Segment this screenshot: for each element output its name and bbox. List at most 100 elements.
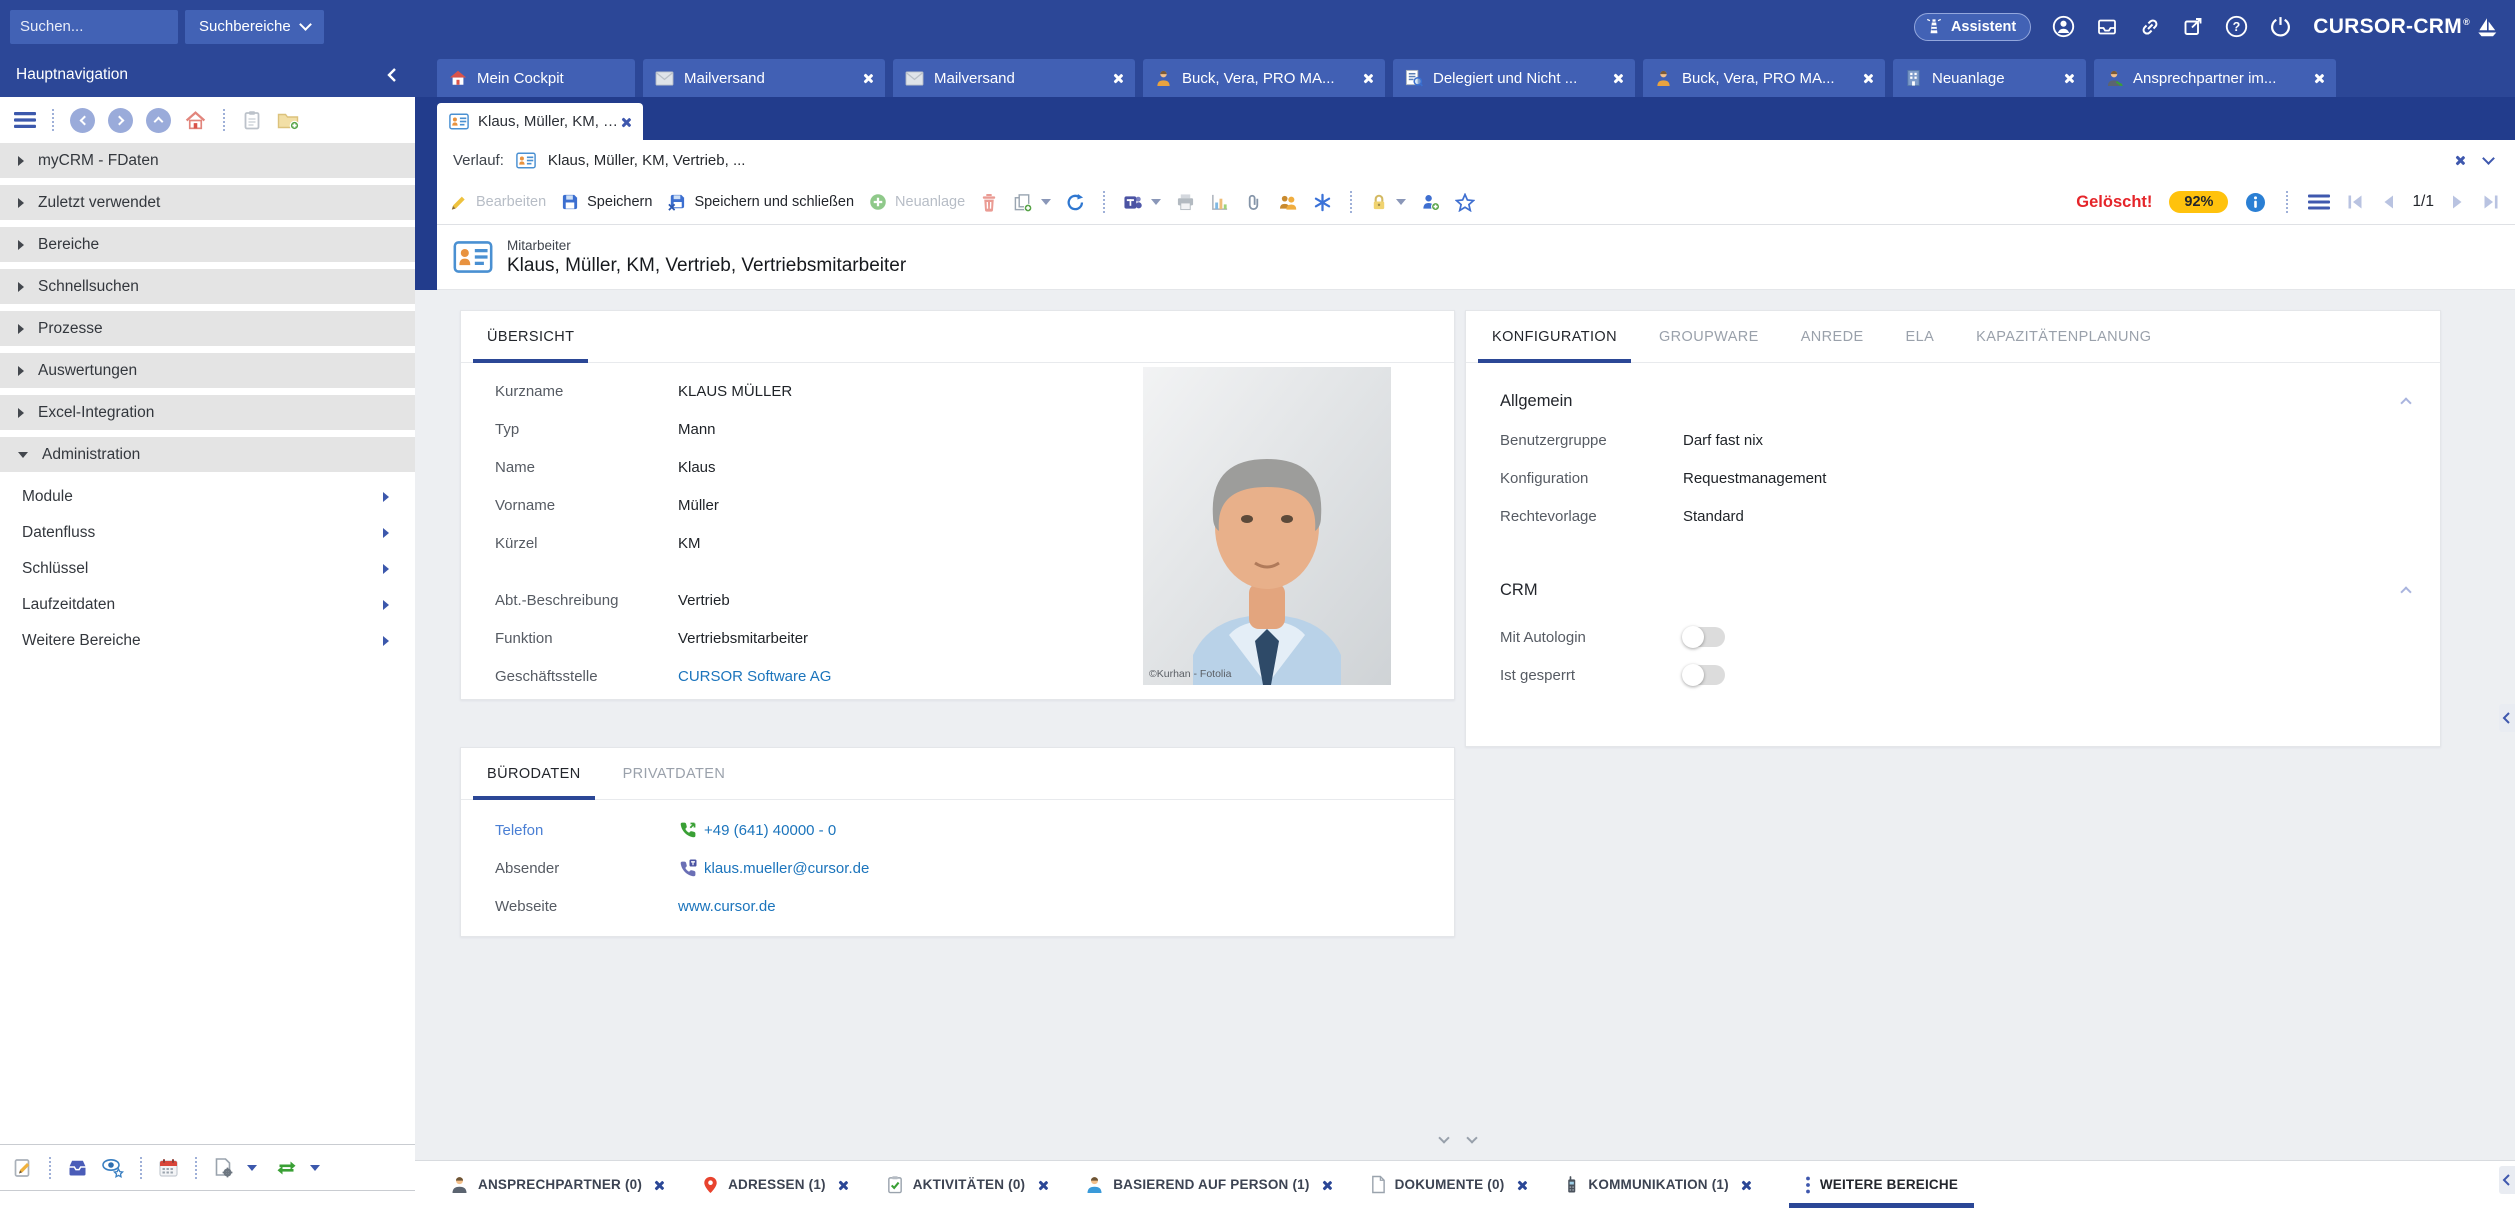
sidebar-item-module[interactable]: Module (0, 479, 415, 515)
sidebar-item-excel-integration[interactable]: Excel-Integration (0, 395, 415, 430)
global-search[interactable] (10, 10, 178, 44)
field-value[interactable]: KLAUS MÜLLER (678, 383, 792, 400)
attachment-icon[interactable] (1244, 193, 1263, 212)
help-icon[interactable]: ? (2225, 15, 2248, 38)
teams-button[interactable] (1123, 193, 1161, 212)
new-record-button[interactable]: Neuanlage (869, 193, 965, 211)
history-entry[interactable]: Klaus, Müller, KM, Vertrieb, ... (548, 152, 746, 169)
tab-konfiguration[interactable]: KONFIGURATION (1492, 311, 1617, 362)
locked-toggle[interactable] (1683, 665, 1725, 685)
clear-history-icon[interactable] (2455, 155, 2466, 166)
sidebar-item-datenfluss[interactable]: Datenfluss (0, 515, 415, 551)
field-value[interactable]: Vertriebsmitarbeiter (678, 630, 808, 647)
chevron-down-icon[interactable] (1466, 1132, 1477, 1143)
close-icon[interactable] (1741, 1180, 1751, 1190)
print-icon[interactable] (1176, 193, 1195, 211)
first-page-icon[interactable] (2347, 194, 2364, 210)
bottom-tab-adressen[interactable]: ADRESSEN (1) (702, 1161, 848, 1208)
sidebar-item-mycrm[interactable]: myCRM - FDaten (0, 143, 415, 178)
field-value[interactable]: Requestmanagement (1683, 470, 1826, 487)
tab-buck-vera-2[interactable]: Buck, Vera, PRO MA... (1643, 59, 1885, 97)
teams-phone-icon[interactable] (678, 858, 698, 878)
tab-mailversand-1[interactable]: Mailversand (643, 59, 885, 97)
close-icon[interactable] (1037, 1180, 1047, 1190)
sidebar-item-schluessel[interactable]: Schlüssel (0, 551, 415, 587)
report-chart-icon[interactable] (1210, 193, 1229, 212)
sidebar-item-weitere-bereiche[interactable]: Weitere Bereiche (0, 623, 415, 659)
up-button[interactable] (146, 108, 171, 133)
collapse-bottom-panel[interactable] (2499, 1166, 2515, 1194)
collapse-sidebar-icon[interactable] (385, 66, 399, 84)
participants-icon[interactable] (1278, 193, 1298, 211)
collapse-right-panel[interactable] (2499, 704, 2515, 732)
close-icon[interactable] (1113, 73, 1123, 83)
calendar-icon[interactable] (157, 1157, 180, 1179)
delete-icon[interactable] (980, 193, 998, 212)
sidebar-item-auswertungen[interactable]: Auswertungen (0, 353, 415, 388)
close-icon[interactable] (621, 117, 631, 127)
close-icon[interactable] (1613, 73, 1623, 83)
next-page-icon[interactable] (2451, 194, 2465, 210)
save-close-button[interactable]: Speichern und schließen (667, 193, 854, 212)
forward-button[interactable] (108, 108, 133, 133)
close-icon[interactable] (2064, 73, 2074, 83)
close-icon[interactable] (1322, 1180, 1332, 1190)
sidebar-item-zuletzt-verwendet[interactable]: Zuletzt verwendet (0, 185, 415, 220)
chevron-down-icon[interactable] (1438, 1132, 1449, 1143)
close-icon[interactable] (1516, 1180, 1526, 1190)
tab-groupware[interactable]: GROUPWARE (1659, 311, 1759, 362)
chevron-down-icon[interactable] (310, 1165, 320, 1171)
inbox-icon[interactable] (66, 1157, 89, 1179)
chevron-down-icon[interactable] (247, 1165, 257, 1171)
close-icon[interactable] (863, 73, 873, 83)
tab-buerodaten[interactable]: BÜRODATEN (487, 748, 581, 799)
collapse-section-icon[interactable] (2400, 397, 2411, 408)
sidebar-item-schnellsuchen[interactable]: Schnellsuchen (0, 269, 415, 304)
new-folder-icon[interactable] (276, 109, 300, 131)
phone-call-icon[interactable] (678, 820, 698, 840)
field-value[interactable]: Vertrieb (678, 592, 730, 609)
tab-record-klaus-mueller[interactable]: Klaus, Müller, KM, V... (437, 103, 643, 140)
collapse-section-icon[interactable] (2400, 586, 2411, 597)
sidebar-item-laufzeitdaten[interactable]: Laufzeitdaten (0, 587, 415, 623)
tab-delegiert[interactable]: Delegiert und Nicht ... (1393, 59, 1635, 97)
bottom-tab-aktivitaeten[interactable]: AKTIVITÄTEN (0) (886, 1161, 1048, 1208)
bottom-tab-ansprechpartner[interactable]: ANSPRECHPARTNER (0) (450, 1161, 664, 1208)
document-settings-icon[interactable] (212, 1157, 235, 1179)
field-value[interactable]: Mann (678, 421, 716, 438)
favorite-star-icon[interactable] (1455, 193, 1475, 212)
tab-buck-vera-1[interactable]: Buck, Vera, PRO MA... (1143, 59, 1385, 97)
autologin-toggle[interactable] (1683, 627, 1725, 647)
sync-icon[interactable] (275, 1158, 298, 1178)
watch-favorite-icon[interactable] (101, 1157, 125, 1179)
field-label[interactable]: Telefon (495, 822, 678, 839)
tab-kapazitaetenplanung[interactable]: KAPAZITÄTENPLANUNG (1976, 311, 2151, 362)
menu-icon[interactable] (14, 111, 36, 129)
tab-neuanlage[interactable]: Neuanlage (1893, 59, 2086, 97)
tab-mein-cockpit[interactable]: Mein Cockpit (437, 59, 635, 97)
close-icon[interactable] (1863, 73, 1873, 83)
home-icon[interactable] (184, 109, 207, 132)
copy-button[interactable] (1013, 193, 1051, 212)
tab-privatdaten[interactable]: PRIVATDATEN (623, 748, 726, 799)
sidebar-item-bereiche[interactable]: Bereiche (0, 227, 415, 262)
bottom-tab-dokumente[interactable]: DOKUMENTE (0) (1370, 1161, 1527, 1208)
phone-link[interactable]: +49 (641) 40000 - 0 (704, 822, 836, 839)
edit-button[interactable]: Bearbeiten (449, 193, 546, 212)
bottom-tab-weitere-bereiche[interactable]: WEITERE BEREICHE (1789, 1161, 1974, 1208)
external-edit-icon[interactable] (2182, 16, 2204, 38)
sidebar-item-administration[interactable]: Administration (0, 437, 415, 472)
assign-person-icon[interactable] (1421, 193, 1440, 212)
data-quality-badge[interactable]: 92% (2169, 191, 2228, 213)
notes-edit-icon[interactable] (12, 1157, 34, 1179)
user-profile-icon[interactable] (2052, 15, 2075, 38)
link-icon[interactable] (2139, 16, 2161, 38)
tab-uebersicht[interactable]: ÜBERSICHT (487, 311, 574, 362)
refresh-icon[interactable] (1066, 193, 1085, 212)
office-link[interactable]: CURSOR Software AG (678, 668, 831, 685)
tab-ansprechpartner[interactable]: Ansprechpartner im... (2094, 59, 2336, 97)
assistant-button[interactable]: Assistent (1914, 13, 2031, 41)
field-value[interactable]: Darf fast nix (1683, 432, 1763, 449)
field-value[interactable]: Klaus (678, 459, 716, 476)
prev-page-icon[interactable] (2381, 194, 2395, 210)
